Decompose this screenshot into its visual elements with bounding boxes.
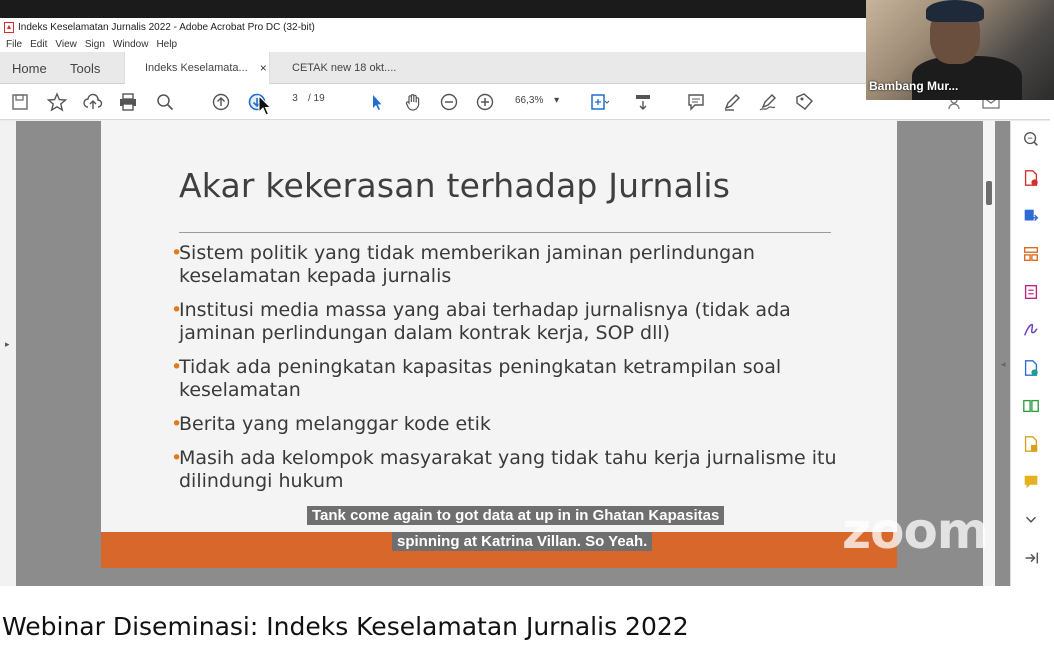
chevron-down-icon: ▾	[554, 95, 560, 106]
zoom-search-icon[interactable]	[1021, 129, 1041, 149]
stamp-tag-icon[interactable]	[792, 90, 816, 114]
collapse-right-panel-icon[interactable]: ◂	[1001, 359, 1006, 370]
combine-files-icon[interactable]	[1021, 434, 1041, 454]
bullet-icon: •	[171, 356, 183, 378]
left-panel-toggle[interactable]: ▸	[0, 121, 16, 586]
print-icon[interactable]	[116, 90, 140, 114]
slide-page: Akar kekerasan terhadap Jurnalis • Sistem…	[101, 120, 897, 568]
select-cursor-icon[interactable]	[365, 90, 389, 114]
slide-title: Akar kekerasan terhadap Jurnalis	[179, 166, 731, 205]
zoom-level-dropdown[interactable]: 66,3% ▾	[515, 95, 559, 106]
bullet-icon: •	[171, 299, 183, 321]
mouse-pointer-icon	[258, 94, 272, 116]
page-title: Webinar Diseminasi: Indeks Keselamatan J…	[2, 612, 689, 641]
list-item: • Berita yang melanggar kode etik	[171, 413, 491, 435]
acrobat-app-icon: ▲	[4, 21, 14, 33]
participant-cap	[926, 0, 984, 22]
previous-page-icon[interactable]	[209, 90, 233, 114]
fill-sign-icon[interactable]	[756, 90, 780, 114]
tab-document-active[interactable]: Indeks Keselamata... ×	[124, 52, 270, 84]
collapse-panel-icon[interactable]	[1021, 548, 1041, 568]
page-total: / 19	[308, 93, 325, 104]
tab-document-label: Indeks Keselamata...	[145, 62, 248, 74]
menu-help[interactable]: Help	[156, 39, 177, 50]
highlight-pen-icon[interactable]	[720, 90, 744, 114]
scrollbar-thumb[interactable]	[986, 181, 992, 205]
participant-figure	[912, 56, 1022, 100]
tab-close-icon[interactable]: ×	[260, 61, 267, 75]
caption-line-2: spinning at Katrina Villan. So Yeah.	[392, 532, 653, 551]
bullet-icon: •	[171, 413, 183, 435]
save-icon[interactable]	[8, 90, 32, 114]
star-icon[interactable]	[45, 90, 69, 114]
fill-and-sign-icon[interactable]	[1021, 320, 1041, 340]
scroll-mode-icon[interactable]	[631, 90, 655, 114]
organize-pages-icon[interactable]	[1021, 244, 1041, 264]
comment-panel-icon[interactable]	[1021, 472, 1041, 492]
zoom-level-value: 66,3%	[515, 95, 544, 106]
export-pdf-icon[interactable]	[1021, 206, 1041, 226]
right-tools-panel	[1010, 121, 1050, 586]
title-divider	[179, 232, 831, 233]
page-indicator: 3 / 19	[286, 93, 325, 104]
create-pdf-icon[interactable]	[1021, 168, 1041, 188]
menu-sign[interactable]: Sign	[85, 39, 105, 50]
search-icon[interactable]	[153, 90, 177, 114]
menu-file[interactable]: File	[6, 39, 22, 50]
tab-document-2[interactable]: CETAK new 18 okt....	[292, 52, 396, 84]
tab-home[interactable]: Home	[12, 52, 47, 84]
expand-left-icon: ▸	[5, 339, 10, 349]
tab-tools[interactable]: Tools	[70, 52, 100, 84]
zoom-out-icon[interactable]	[437, 90, 461, 114]
bullet-icon: •	[171, 447, 183, 469]
menu-edit[interactable]: Edit	[30, 39, 47, 50]
comment-icon[interactable]	[684, 90, 708, 114]
list-item: • Sistem politik yang tidak memberikan ja…	[171, 242, 755, 287]
list-item: • Masih ada kelompok masyarakat yang tida…	[171, 447, 837, 492]
request-signature-icon[interactable]	[1021, 358, 1041, 378]
participant-video-tile[interactable]: Bambang Mur...	[866, 0, 1054, 100]
page-number-input[interactable]: 3	[286, 93, 304, 104]
bullet-icon: •	[171, 242, 183, 264]
compare-files-icon[interactable]	[1021, 396, 1041, 416]
hand-tool-icon[interactable]	[401, 90, 425, 114]
caption-line-1: Tank come again to got data at up in in …	[307, 506, 725, 525]
participant-name: Bambang Mur...	[869, 79, 959, 93]
edit-pdf-icon[interactable]	[1021, 282, 1041, 302]
cloud-upload-icon[interactable]	[81, 90, 105, 114]
bullet-list: • Sistem politik yang tidak memberikan ja…	[171, 242, 851, 504]
menu-view[interactable]: View	[55, 39, 77, 50]
zoom-watermark: zoom	[842, 502, 989, 560]
list-item: • Tidak ada peningkatan kapasitas peningk…	[171, 356, 782, 401]
screen: ▲ Indeks Keselamatan Jurnalis 2022 - Ado…	[0, 0, 1054, 649]
list-item: • Institusi media massa yang abai terhada…	[171, 299, 791, 344]
fit-page-icon[interactable]	[587, 90, 611, 114]
chevron-down-icon[interactable]	[1021, 510, 1041, 530]
zoom-in-icon[interactable]	[473, 90, 497, 114]
menu-window[interactable]: Window	[113, 39, 149, 50]
window-title: Indeks Keselamatan Jurnalis 2022 - Adobe…	[18, 21, 315, 33]
